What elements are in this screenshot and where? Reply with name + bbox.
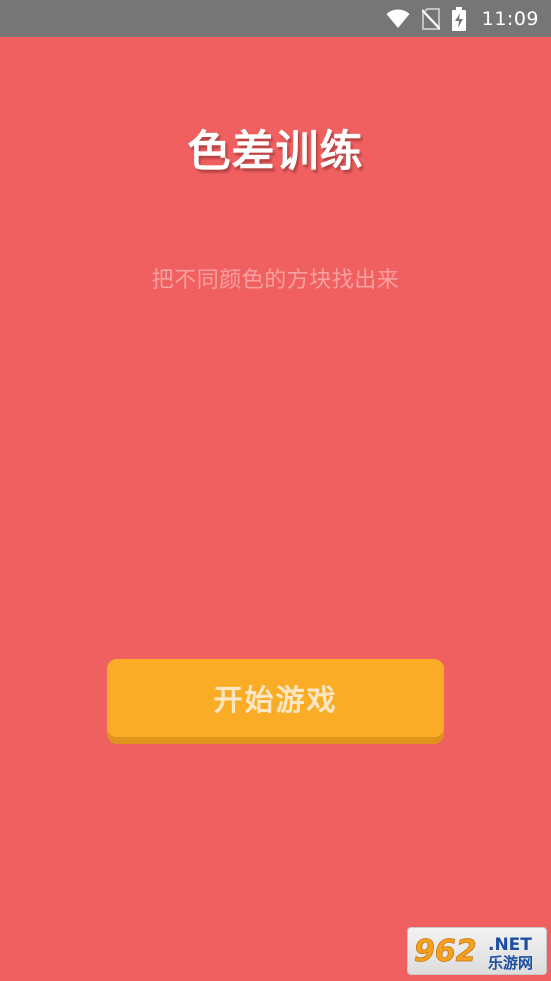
game-screen: 色差训练 把不同颜色的方块找出来 开始游戏 bbox=[0, 37, 551, 981]
game-subtitle: 把不同颜色的方块找出来 bbox=[151, 268, 400, 293]
status-time: 11:09 bbox=[481, 7, 539, 30]
watermark-number: 962 bbox=[414, 934, 477, 969]
watermark-name: 乐游网 bbox=[488, 954, 533, 972]
start-game-button-label: 开始游戏 bbox=[213, 683, 338, 717]
battery-charging-icon bbox=[451, 6, 466, 31]
watermark-logo: 962 .NET 乐游网 bbox=[407, 927, 547, 975]
start-game-button[interactable]: 开始游戏 bbox=[107, 659, 444, 737]
watermark-suffix: .NET bbox=[488, 935, 532, 955]
watermark-logo-graphic: 962 .NET 乐游网 bbox=[414, 934, 533, 972]
wifi-icon bbox=[386, 9, 410, 29]
status-bar: 11:09 bbox=[0, 0, 551, 37]
game-title: 色差训练 bbox=[187, 127, 364, 177]
no-sim-icon bbox=[421, 7, 440, 30]
status-icons: 11:09 bbox=[386, 0, 539, 37]
